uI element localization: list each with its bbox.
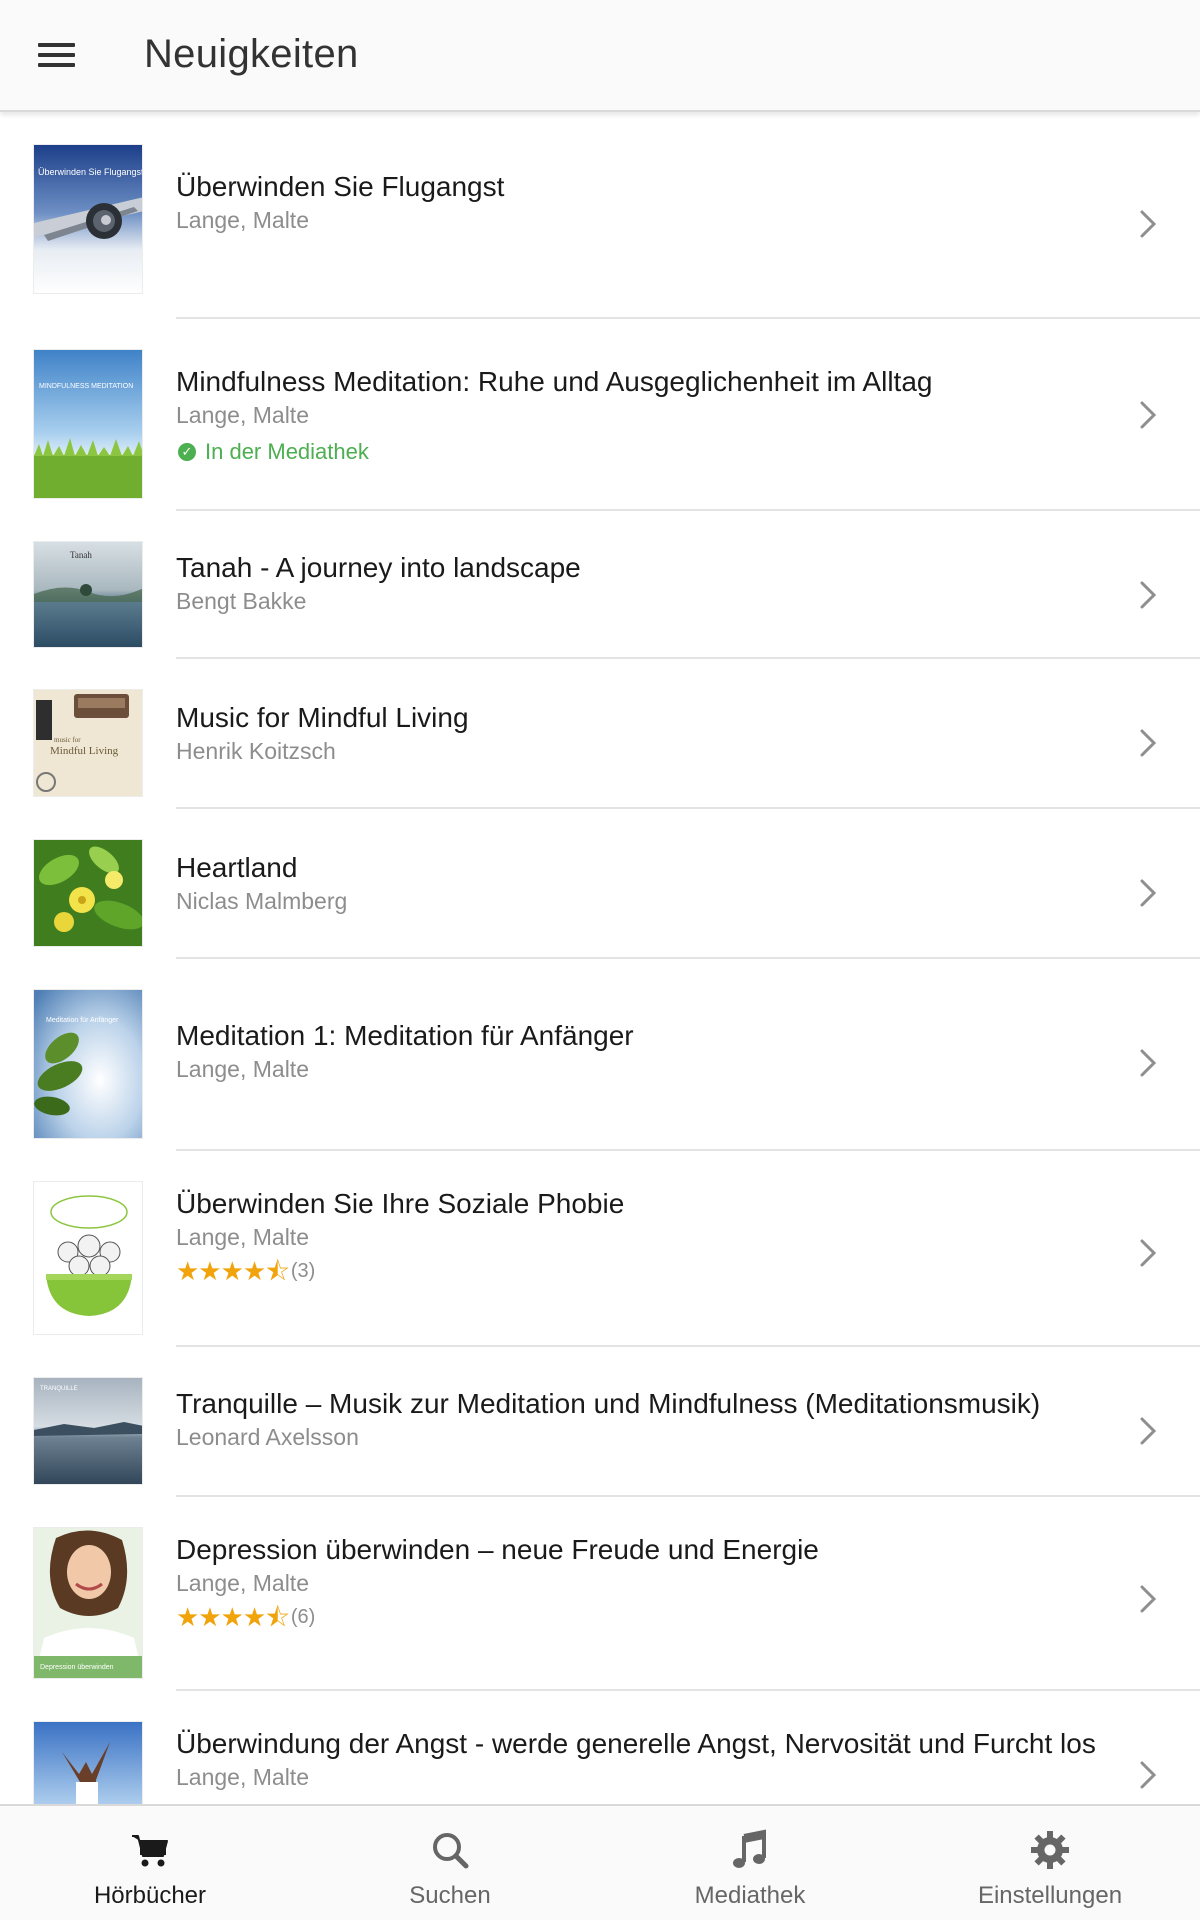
item-author: Lange, Malte — [176, 207, 309, 233]
cover-title: MINDFULNESS MEDITATION — [39, 383, 133, 390]
chevron-right-icon — [1140, 729, 1157, 757]
list-item[interactable]: Heartland Niclas Malmberg — [0, 809, 1200, 959]
tab-suchen[interactable]: Suchen — [300, 1806, 600, 1920]
item-author: Niclas Malmberg — [176, 888, 348, 914]
item-title: Überwinden Sie Flugangst — [176, 171, 505, 202]
item-title: Überwindung der Angst - werde generelle … — [176, 1728, 1096, 1759]
chevron-right-icon — [1140, 1239, 1157, 1267]
music-note-icon — [733, 1829, 766, 1868]
chevron-right-icon — [1140, 1417, 1157, 1445]
cover-title: TRANQUILLE — [40, 1386, 78, 1392]
cover-image: Depression überwinden — [33, 1527, 143, 1679]
cover-image — [33, 839, 143, 947]
cover-image: music for Mindful Living — [33, 689, 143, 797]
item-author: Lange, Malte — [176, 1056, 309, 1082]
item-author: Lange, Malte — [176, 1570, 309, 1596]
list-item[interactable]: TRANQUILLE Tranquille – Musik zur Medita… — [0, 1347, 1200, 1497]
cover-image: TRANQUILLE — [33, 1377, 143, 1485]
cover-image: Tanah — [33, 541, 143, 648]
item-title: Heartland — [176, 852, 298, 883]
bottom-tab-bar: Hörbücher Suchen Mediathek Einstellungen — [0, 1804, 1200, 1920]
stars-icon: ★★★★⯪ — [176, 1256, 290, 1286]
cover-image: Überwinden Sie Flugangst — [33, 144, 143, 294]
gear-icon — [1031, 1831, 1069, 1869]
cover-image: MINDFULNESS MEDITATION — [33, 349, 143, 499]
star-rating: ★★★★⯪ (6) — [176, 1603, 1120, 1631]
cover-image: Meditation für Anfänger — [33, 989, 143, 1139]
item-title: Meditation 1: Meditation für Anfänger — [176, 1020, 634, 1051]
tab-einstellungen[interactable]: Einstellungen — [900, 1806, 1200, 1920]
chevron-right-icon — [1140, 581, 1157, 609]
cover-title: Mindful Living — [50, 745, 119, 757]
cart-icon — [132, 1835, 168, 1867]
stars-icon: ★★★★⯪ — [176, 1602, 290, 1632]
item-author: Lange, Malte — [176, 402, 309, 428]
chevron-right-icon — [1140, 879, 1157, 907]
list-item[interactable]: music for Mindful Living Music for Mindf… — [0, 659, 1200, 809]
list-item[interactable]: Überwinden Sie Flugangst Überwinden Sie … — [0, 112, 1200, 319]
check-circle-icon: ✓ — [178, 443, 196, 461]
item-author: Henrik Koitzsch — [176, 738, 336, 764]
item-title: Überwinden Sie Ihre Soziale Phobie — [176, 1188, 625, 1219]
tab-hoerbuecher[interactable]: Hörbücher — [0, 1806, 300, 1920]
chevron-right-icon — [1140, 1049, 1157, 1077]
item-author: Lange, Malte — [176, 1224, 309, 1250]
chevron-right-icon — [1140, 210, 1157, 238]
cover-title: Meditation für Anfänger — [46, 1017, 119, 1024]
item-author: Lange, Malte — [176, 1764, 309, 1790]
tab-mediathek[interactable]: Mediathek — [600, 1806, 900, 1920]
item-author: Leonard Axelsson — [176, 1424, 359, 1450]
tab-label: Einstellungen — [977, 1882, 1123, 1909]
list-item[interactable]: Tanah Tanah - A journey into landscape B… — [0, 511, 1200, 659]
rating-count: (6) — [290, 1606, 316, 1628]
list-item[interactable]: Überwinden Sie Ihre Soziale Phobie Lange… — [0, 1151, 1200, 1347]
app-bar: Neuigkeiten — [0, 0, 1200, 112]
rating-count: (3) — [290, 1260, 316, 1282]
cover-image — [33, 1181, 143, 1335]
item-title: Mindfulness Meditation: Ruhe und Ausgegl… — [176, 366, 933, 397]
item-title: Tanah - A journey into landscape — [176, 552, 581, 583]
item-title: Music for Mindful Living — [176, 702, 469, 733]
chevron-right-icon — [1140, 1761, 1157, 1789]
cover-title: Überwinden Sie Flugangst — [38, 167, 143, 177]
tab-label: Suchen — [409, 1882, 491, 1909]
audiobook-list: Überwinden Sie Flugangst Überwinden Sie … — [0, 112, 1200, 1804]
list-item[interactable]: MINDFULNESS MEDITATION Mindfulness Medit… — [0, 319, 1200, 511]
cover-title: Tanah — [70, 550, 92, 560]
star-rating: ★★★★⯪ (3) — [176, 1257, 1120, 1285]
list-item[interactable]: Depression überwinden Depression überwin… — [0, 1497, 1200, 1691]
cover-text: music for — [54, 736, 81, 744]
chevron-right-icon — [1140, 1585, 1157, 1613]
list-item[interactable]: Überwindung der Angst - werde generelle … — [0, 1691, 1200, 1804]
item-title: Depression überwinden – neue Freude und … — [176, 1534, 819, 1565]
cover-title: Depression überwinden — [40, 1664, 114, 1671]
item-author: Bengt Bakke — [176, 588, 307, 614]
chevron-right-icon — [1140, 401, 1157, 429]
item-title: Tranquille – Musik zur Meditation und Mi… — [176, 1388, 1041, 1419]
cover-image — [33, 1721, 143, 1804]
hamburger-menu-icon[interactable] — [30, 36, 82, 76]
page-title: Neuigkeiten — [144, 32, 359, 76]
list-item[interactable]: Meditation für Anfänger Meditation 1: Me… — [0, 959, 1200, 1151]
search-icon — [433, 1833, 469, 1869]
in-library-badge: ✓ In der Mediathek — [176, 439, 1120, 465]
tab-label: Mediathek — [694, 1882, 806, 1909]
tab-label: Hörbücher — [93, 1882, 207, 1909]
